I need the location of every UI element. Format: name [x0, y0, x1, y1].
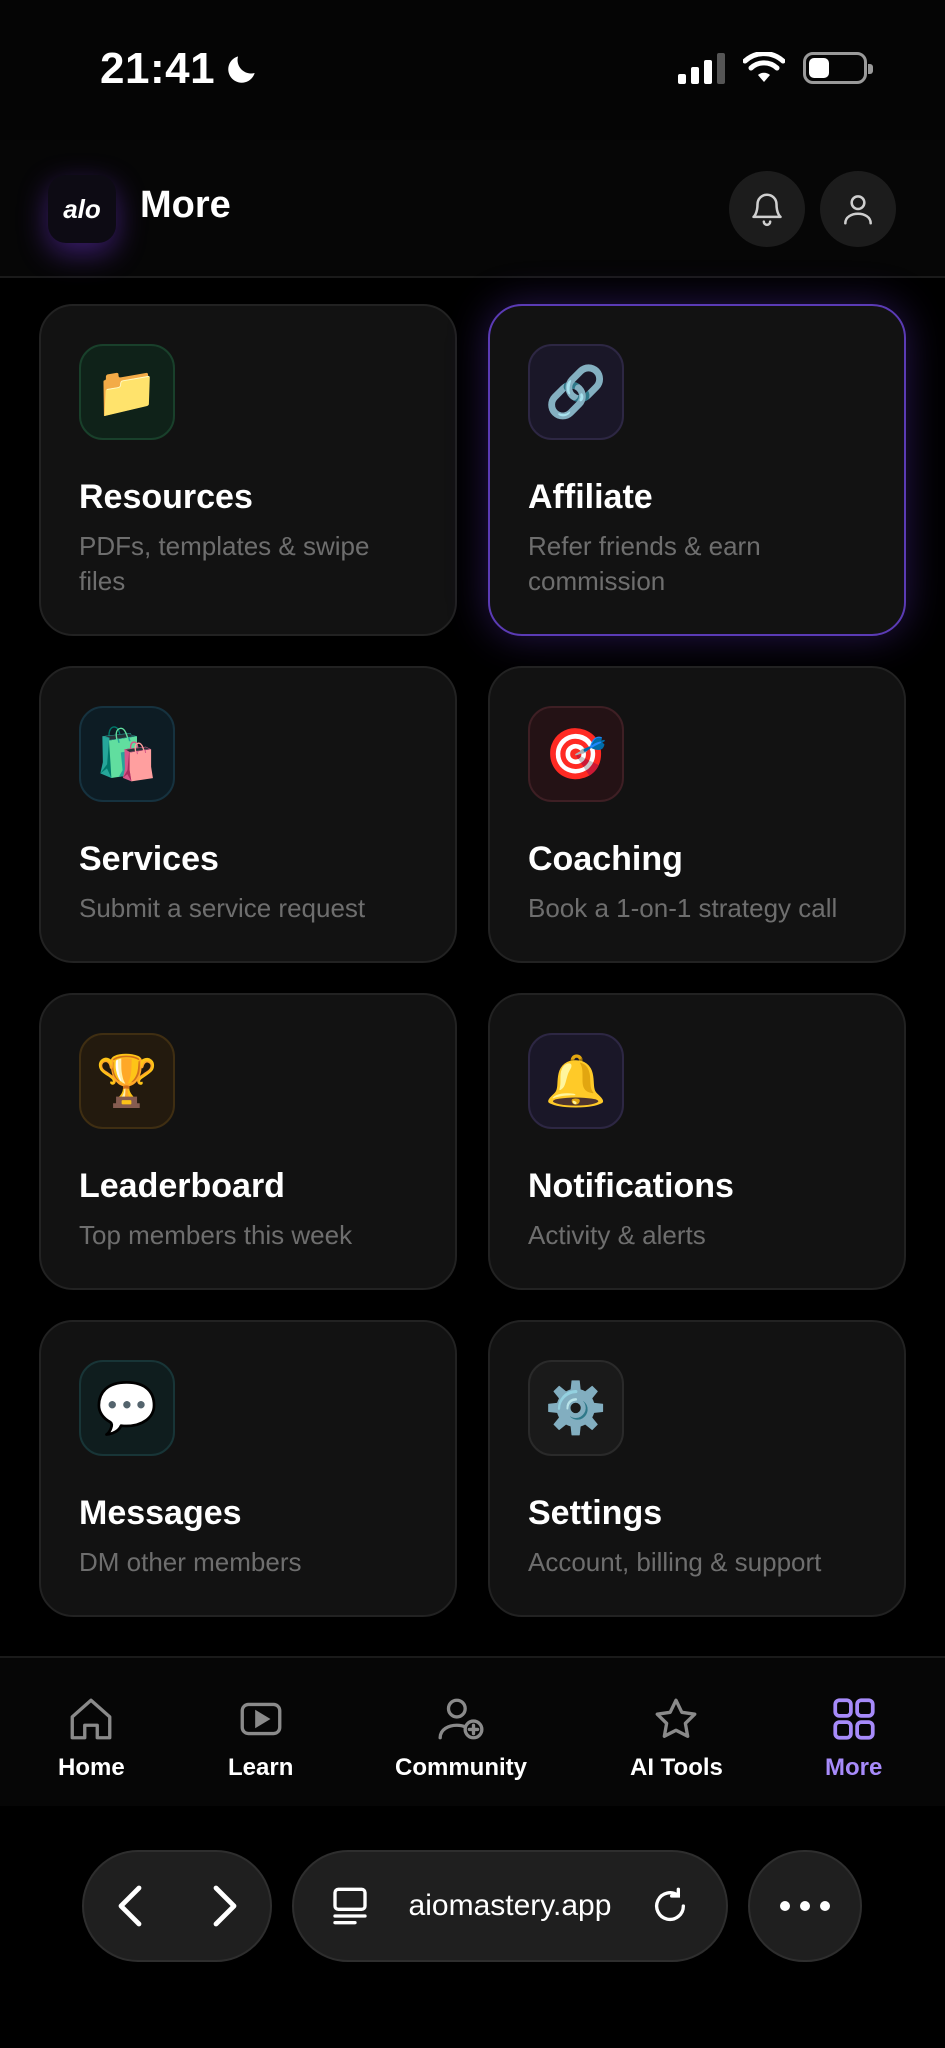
browser-toolbar: aiomastery.app	[0, 1806, 945, 2048]
shopping-bags-icon: 🛍️	[79, 706, 175, 802]
play-icon	[240, 1702, 282, 1736]
card-subtitle: Submit a service request	[79, 893, 366, 923]
card-subtitle: Top members this week	[79, 1220, 353, 1250]
target-icon: 🎯	[528, 706, 624, 802]
card-title: Affiliate	[528, 478, 653, 516]
nav-label: Community	[395, 1754, 527, 1781]
url-bar[interactable]: aiomastery.app	[292, 1850, 728, 1962]
status-indicators	[678, 52, 873, 84]
user-plus-icon	[438, 1698, 484, 1740]
trophy-icon: 🏆	[79, 1033, 175, 1129]
notifications-button[interactable]	[729, 171, 805, 247]
nav-label: AI Tools	[630, 1754, 723, 1781]
nav-ai-tools[interactable]: AI Tools	[630, 1694, 723, 1782]
app-logo[interactable]: alo	[48, 175, 116, 243]
back-icon[interactable]	[111, 1882, 151, 1930]
battery-icon	[803, 52, 873, 84]
folder-icon: 📁	[79, 344, 175, 440]
app-header: alo More	[0, 140, 945, 278]
grid-icon	[833, 1698, 875, 1740]
card-subtitle: DM other members	[79, 1547, 302, 1577]
card-settings[interactable]: ⚙️ Settings Account, billing & support	[488, 1320, 906, 1617]
dot	[820, 1901, 830, 1911]
dot	[780, 1901, 790, 1911]
nav-label: Home	[58, 1754, 125, 1781]
card-coaching[interactable]: 🎯 Coaching Book a 1-on-1 strategy call	[488, 666, 906, 963]
time-text: 21:41	[100, 44, 216, 93]
profile-button[interactable]	[820, 171, 896, 247]
star-icon	[656, 1698, 697, 1738]
nav-learn[interactable]: Learn	[228, 1694, 293, 1782]
forward-icon[interactable]	[204, 1882, 244, 1930]
card-resources[interactable]: 📁 Resources PDFs, templates & swipe file…	[39, 304, 457, 636]
card-subtitle: Account, billing & support	[528, 1547, 822, 1577]
nav-more[interactable]: More	[825, 1694, 882, 1782]
browser-more-button[interactable]	[748, 1850, 862, 1962]
user-icon	[844, 195, 872, 225]
card-leaderboard[interactable]: 🏆 Leaderboard Top members this week	[39, 993, 457, 1290]
bottom-nav: Home Learn Community AI Tools More	[0, 1656, 945, 1806]
card-subtitle: Activity & alerts	[528, 1220, 706, 1250]
browser-nav-pill	[82, 1850, 272, 1962]
status-bar: 21:41	[0, 0, 945, 140]
page-title: More	[140, 184, 231, 226]
status-time: 21:41	[100, 44, 261, 94]
speech-bubble-icon: 💬	[79, 1360, 175, 1456]
card-notifications[interactable]: 🔔 Notifications Activity & alerts	[488, 993, 906, 1290]
nav-home[interactable]: Home	[58, 1694, 125, 1782]
moon-icon	[228, 56, 255, 83]
card-title: Settings	[528, 1494, 663, 1532]
card-title: Coaching	[528, 840, 683, 878]
card-title: Leaderboard	[79, 1167, 285, 1205]
more-grid: 📁 Resources PDFs, templates & swipe file…	[39, 304, 906, 1617]
signal-icon	[678, 52, 725, 84]
card-subtitle: Book a 1-on-1 strategy call	[528, 893, 838, 923]
card-affiliate[interactable]: 🔗 Affiliate Refer friends & earn commiss…	[488, 304, 906, 636]
nav-label: Learn	[228, 1754, 294, 1781]
tabs-icon[interactable]	[330, 1884, 370, 1928]
card-title: Services	[79, 840, 219, 878]
card-services[interactable]: 🛍️ Services Submit a service request	[39, 666, 457, 963]
bell-icon	[752, 193, 782, 227]
reload-icon[interactable]	[650, 1886, 690, 1926]
card-messages[interactable]: 💬 Messages DM other members	[39, 1320, 457, 1617]
card-subtitle: PDFs, templates & swipe files	[79, 531, 370, 596]
gear-icon: ⚙️	[528, 1360, 624, 1456]
nav-community[interactable]: Community	[395, 1694, 527, 1782]
dot	[800, 1901, 810, 1911]
card-title: Resources	[79, 478, 253, 516]
nav-label: More	[825, 1754, 883, 1781]
url-text: aiomastery.app	[408, 1889, 612, 1922]
bell-emoji-icon: 🔔	[528, 1033, 624, 1129]
card-subtitle: Refer friends & earn commission	[528, 531, 761, 596]
card-title: Notifications	[528, 1167, 734, 1205]
card-title: Messages	[79, 1494, 242, 1532]
home-icon	[70, 1698, 112, 1740]
wifi-icon	[743, 52, 785, 82]
link-icon: 🔗	[528, 344, 624, 440]
